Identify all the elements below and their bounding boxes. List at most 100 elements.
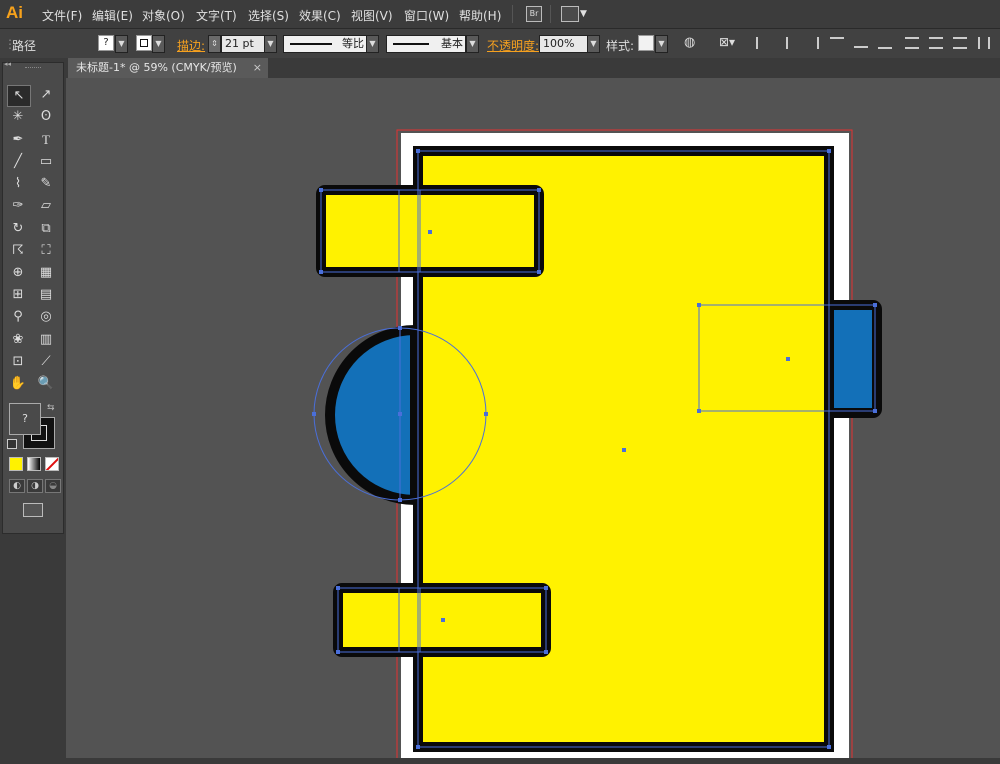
blob-brush-tool-icon[interactable]: ✑ xyxy=(7,196,29,216)
tools-panel: ↖ ↗ ✳ ʘ ✒ T ╱ ▭ ⌇ ✎ ✑ ▱ ↻ ⧉ ☈ ⛶ ⊕ ▦ ⊞ ▤ … xyxy=(2,62,64,534)
stroke-weight-input[interactable]: 21 pt xyxy=(221,35,266,53)
style-dropdown-icon[interactable]: ▼ xyxy=(655,35,668,53)
lasso-tool-icon[interactable]: ʘ xyxy=(35,107,57,127)
mesh-tool-icon[interactable]: ⊞ xyxy=(7,285,29,305)
menu-object[interactable]: 对象(O) xyxy=(142,7,185,24)
eraser-tool-icon[interactable]: ▱ xyxy=(35,196,57,216)
menu-view[interactable]: 视图(V) xyxy=(351,7,393,24)
align-vertical-center-icon[interactable] xyxy=(854,37,868,49)
menu-separator xyxy=(550,5,551,23)
screen-mode-icon[interactable] xyxy=(23,503,43,517)
menu-type[interactable]: 文字(T) xyxy=(196,7,237,24)
draw-inside-icon[interactable]: ◒ xyxy=(45,479,61,493)
slice-tool-icon[interactable]: ⟋ xyxy=(35,352,57,372)
align-top-icon[interactable] xyxy=(830,37,844,49)
draw-normal-icon[interactable]: ◐ xyxy=(9,479,25,493)
column-graph-tool-icon[interactable]: ▥ xyxy=(35,330,57,350)
chevron-down-icon[interactable]: ▼ xyxy=(580,9,587,19)
shape-builder-tool-icon[interactable]: ⊕ xyxy=(7,263,29,283)
panel-grip[interactable] xyxy=(25,67,41,71)
menu-select[interactable]: 选择(S) xyxy=(248,7,289,24)
arrange-documents-icon[interactable] xyxy=(561,6,579,22)
menu-help[interactable]: 帮助(H) xyxy=(459,7,501,24)
collapse-panel-icon[interactable]: ◂◂ xyxy=(4,60,11,68)
swap-colors-icon[interactable]: ⇆ xyxy=(47,403,55,413)
gradient-mode-icon[interactable] xyxy=(27,457,41,471)
default-colors-icon[interactable] xyxy=(7,439,17,449)
stroke-label[interactable]: 描边: xyxy=(177,37,205,54)
scale-tool-icon[interactable]: ⧉ xyxy=(35,219,57,239)
pencil-tool-icon[interactable]: ✎ xyxy=(35,174,57,194)
left-semicircle xyxy=(325,324,420,506)
app-logo: Ai xyxy=(6,3,23,22)
variable-width-profile[interactable]: 等比 xyxy=(283,35,367,53)
align-bottom-icon[interactable] xyxy=(878,37,892,49)
style-label: 样式: xyxy=(606,39,635,53)
document-tab-title: 未标题-1* @ 59% (CMYK/预览) xyxy=(76,61,237,74)
zoom-tool-icon[interactable]: 🔍 xyxy=(35,374,57,394)
rotate-tool-icon[interactable]: ↻ xyxy=(7,219,29,239)
gradient-tool-icon[interactable]: ▤ xyxy=(35,285,57,305)
opacity-label[interactable]: 不透明度: xyxy=(487,37,539,54)
direct-selection-tool-icon[interactable]: ↗ xyxy=(35,85,57,105)
brush-label: 基本 xyxy=(441,37,463,50)
distribute-top-icon[interactable] xyxy=(905,37,919,49)
selection-type-label: 路径 xyxy=(12,39,37,53)
brush-definition[interactable]: 基本 xyxy=(386,35,466,53)
status-bar xyxy=(66,758,1000,764)
align-right-icon[interactable] xyxy=(803,37,819,49)
bridge-icon[interactable]: Br xyxy=(526,6,542,22)
close-icon[interactable]: × xyxy=(253,58,262,78)
eyedropper-tool-icon[interactable]: ⚲ xyxy=(7,307,29,327)
stroke-weight-stepper[interactable]: ⇕ xyxy=(208,35,221,53)
menu-separator xyxy=(512,5,513,23)
brush-dropdown-icon[interactable]: ▼ xyxy=(466,35,479,53)
opacity-dropdown-icon[interactable]: ▼ xyxy=(587,35,600,53)
align-to-icon[interactable]: ⊠▾ xyxy=(719,35,735,49)
control-bar: ⋮ 路径 ? ▼ ▼ 描边: ⇕ 21 pt ▼ 等比 ▼ 基本 ▼ 不透明度:… xyxy=(0,29,1000,59)
document-tab-bar: 未标题-1* @ 59% (CMYK/预览) × xyxy=(66,58,1000,78)
document-tab[interactable]: 未标题-1* @ 59% (CMYK/预览) × xyxy=(68,58,268,78)
free-transform-tool-icon[interactable]: ⛶ xyxy=(35,241,57,261)
menu-effect[interactable]: 效果(C) xyxy=(299,7,341,24)
warp-tool-icon[interactable]: ☈ xyxy=(7,241,29,261)
line-segment-tool-icon[interactable]: ╱ xyxy=(7,152,29,172)
right-tab-rectangle xyxy=(824,300,882,418)
stroke-dropdown-icon[interactable]: ▼ xyxy=(152,35,165,53)
distribute-horizontal-icon[interactable] xyxy=(978,37,990,49)
canvas-area[interactable] xyxy=(66,78,1000,758)
artwork-canvas[interactable] xyxy=(66,78,1000,758)
artboard-tool-icon[interactable]: ⊡ xyxy=(7,352,29,372)
rounded-rectangle-tool-icon[interactable]: ▭ xyxy=(35,152,57,172)
color-mode-icon[interactable] xyxy=(9,457,23,471)
paintbrush-tool-icon[interactable]: ⌇ xyxy=(7,174,29,194)
fill-color-box[interactable]: ? xyxy=(9,403,41,435)
stroke-weight-dropdown-icon[interactable]: ▼ xyxy=(264,35,277,53)
symbol-sprayer-tool-icon[interactable]: ❀ xyxy=(7,330,29,350)
align-left-icon[interactable] xyxy=(756,37,772,49)
magic-wand-tool-icon[interactable]: ✳ xyxy=(7,107,29,127)
selection-tool-icon[interactable]: ↖ xyxy=(7,85,31,107)
hand-tool-icon[interactable]: ✋ xyxy=(7,374,29,394)
graphic-style-swatch[interactable] xyxy=(638,35,654,51)
fill-swatch[interactable]: ? xyxy=(98,35,114,51)
blend-tool-icon[interactable]: ◎ xyxy=(35,307,57,327)
align-horizontal-center-icon[interactable] xyxy=(780,37,794,49)
stroke-swatch[interactable] xyxy=(136,35,152,51)
none-mode-icon[interactable] xyxy=(45,457,59,471)
type-tool-icon[interactable]: T xyxy=(35,130,57,150)
menu-bar: Ai 文件(F) 编辑(E) 对象(O) 文字(T) 选择(S) 效果(C) 视… xyxy=(0,0,1000,29)
distribute-center-icon[interactable] xyxy=(929,37,943,49)
opacity-input[interactable]: 100% xyxy=(539,35,590,53)
draw-behind-icon[interactable]: ◑ xyxy=(27,479,43,493)
fill-dropdown-icon[interactable]: ▼ xyxy=(115,35,128,53)
profile-dropdown-icon[interactable]: ▼ xyxy=(366,35,379,53)
menu-edit[interactable]: 编辑(E) xyxy=(92,7,133,24)
pen-tool-icon[interactable]: ✒ xyxy=(7,130,29,150)
profile-label: 等比 xyxy=(342,37,364,50)
recolor-artwork-icon[interactable]: ◍ xyxy=(684,35,695,50)
distribute-bottom-icon[interactable] xyxy=(953,37,967,49)
menu-window[interactable]: 窗口(W) xyxy=(404,7,449,24)
menu-file[interactable]: 文件(F) xyxy=(42,7,82,24)
perspective-grid-tool-icon[interactable]: ▦ xyxy=(35,263,57,283)
